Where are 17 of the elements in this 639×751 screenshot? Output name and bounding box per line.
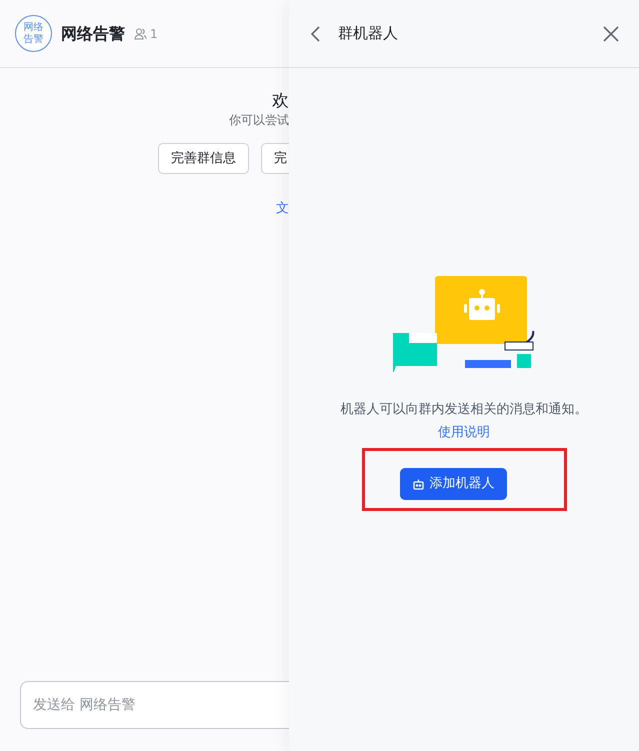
robot-icon bbox=[412, 478, 424, 490]
close-icon[interactable] bbox=[603, 26, 619, 42]
drawer-title: 群机器人 bbox=[338, 23, 398, 44]
help-link[interactable]: 使用说明 bbox=[438, 422, 490, 442]
message-input[interactable]: 发送给 网络告警 bbox=[20, 681, 289, 729]
group-avatar: 网络告警 bbox=[23, 22, 44, 46]
action-button[interactable]: 完 bbox=[261, 143, 289, 174]
action-button[interactable]: 完善群信息 bbox=[158, 143, 249, 174]
welcome-title: 欢 bbox=[271, 90, 289, 112]
back-icon[interactable] bbox=[311, 26, 320, 42]
members-icon bbox=[134, 28, 147, 40]
robot-description: 机器人可以向群内发送相关的消息和通知。 bbox=[340, 401, 588, 419]
welcome-subtitle: 你可以尝试 bbox=[228, 112, 289, 128]
link[interactable]: 文 bbox=[276, 201, 289, 216]
add-robot-button[interactable]: 添加机器人 bbox=[400, 468, 506, 500]
member-count: 1 bbox=[150, 26, 158, 42]
group-title: 网络告警 bbox=[61, 22, 125, 44]
